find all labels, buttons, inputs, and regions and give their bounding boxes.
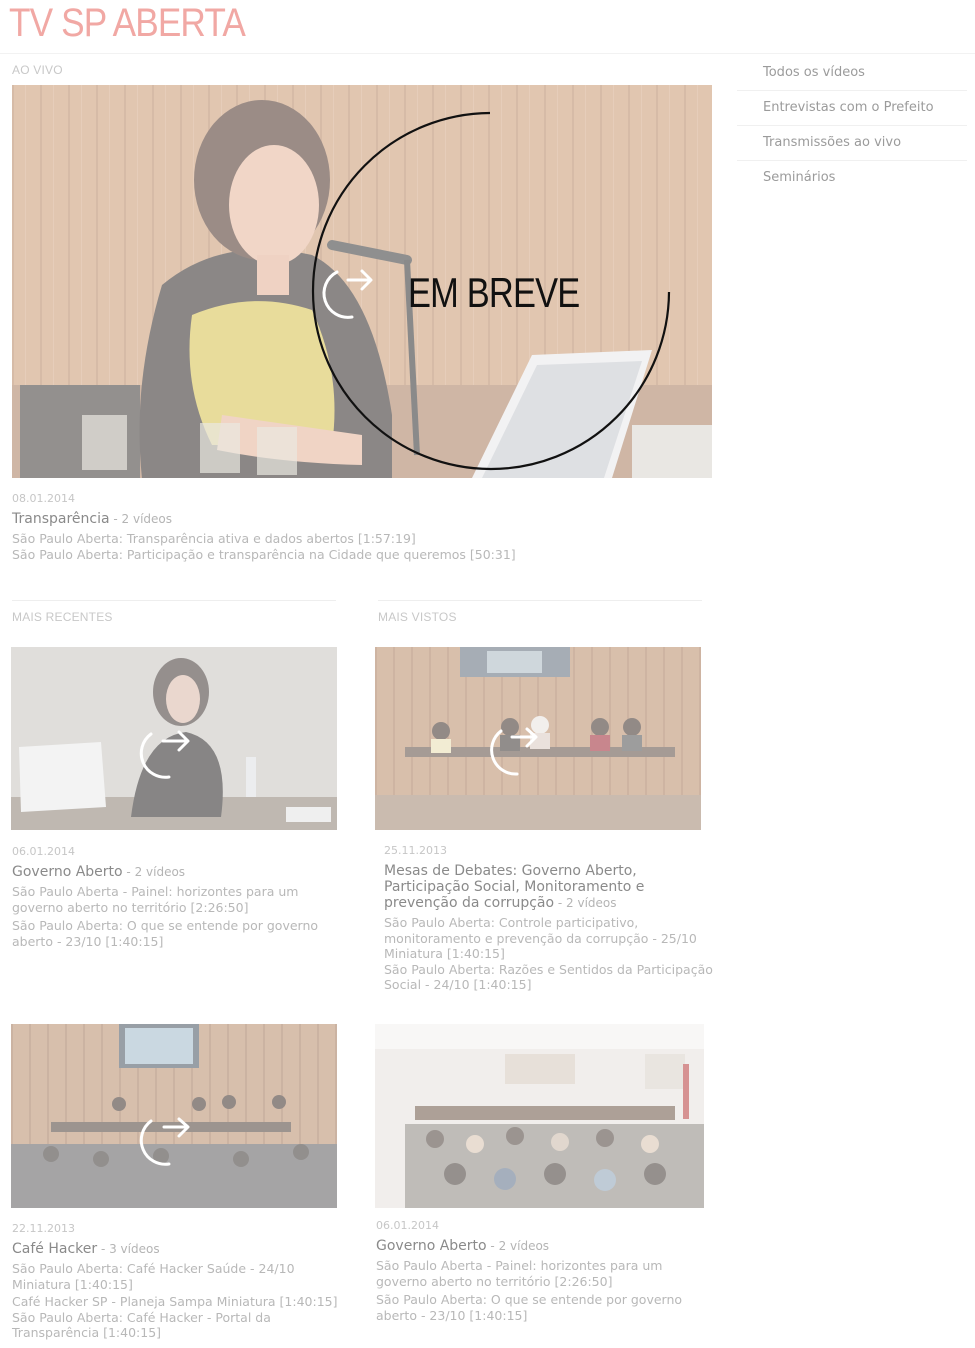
play-overlay [490,727,538,776]
video-link[interactable]: São Paulo Aberta: Razões e Sentidos da P… [384,962,718,993]
sidebar-item-seminarios[interactable]: Seminários [737,161,967,195]
sidebar-nav: Todos os vídeos Entrevistas com o Prefei… [737,56,967,195]
sidebar-item-todos-videos[interactable]: Todos os vídeos [737,56,967,91]
video-link[interactable]: São Paulo Aberta - Painel: horizontes pa… [12,884,344,915]
item-date: 25.11.2013 [384,844,447,857]
recent-item-info: 06.01.2014 Governo Aberto - 2 vídeos São… [12,844,344,949]
video-count: - 2 vídeos [486,1239,550,1253]
live-video-thumbnail[interactable]: EM BREVE [12,85,712,478]
video-link[interactable]: Café Hacker SP - Planeja Sampa Miniatura… [12,1294,352,1310]
recent-video-thumbnail[interactable] [11,1024,337,1208]
header-divider [0,53,975,54]
sidebar-item-transmissoes[interactable]: Transmissões ao vivo [737,126,967,161]
video-link[interactable]: São Paulo Aberta: Transparência ativa e … [12,531,712,547]
most-viewed-item-info: 06.01.2014 Governo Aberto - 2 vídeos São… [376,1218,716,1323]
video-link[interactable]: São Paulo Aberta: Café Hacker Saúde - 24… [12,1261,352,1292]
em-breve-overlay [311,111,671,471]
item-title[interactable]: Mesas de Debates: Governo Aberto, Partic… [384,863,718,911]
site-title[interactable]: TV SP ABERTA [9,0,246,46]
video-link[interactable]: São Paulo Aberta: Participação e transpa… [12,547,712,563]
section-divider [378,600,702,601]
play-overlay [139,1117,190,1166]
play-overlay [139,730,190,779]
item-date: 06.01.2014 [12,845,75,858]
most-viewed-section-label: MAIS VISTOS [378,610,457,624]
most-viewed-item-info: 25.11.2013 Mesas de Debates: Governo Abe… [384,843,718,993]
item-title[interactable]: Governo Aberto - 2 vídeos [376,1238,716,1254]
item-title[interactable]: Transparência - 2 vídeos [12,511,712,527]
video-count: - 2 vídeos [554,896,617,910]
recent-video-thumbnail[interactable] [11,647,337,830]
recent-item-info: 22.11.2013 Café Hacker - 3 vídeos São Pa… [12,1221,352,1341]
live-item-info: 08.01.2014 Transparência - 2 vídeos São … [12,491,712,562]
item-date: 22.11.2013 [12,1222,75,1235]
recent-section-label: MAIS RECENTES [12,610,113,624]
video-count: - 2 vídeos [122,865,186,879]
video-link[interactable]: São Paulo Aberta: O que se entende por g… [376,1292,716,1323]
most-viewed-video-thumbnail[interactable] [375,647,701,830]
section-divider [12,600,336,601]
item-date: 08.01.2014 [12,492,75,505]
video-count: - 2 vídeos [109,512,172,526]
thumbnail-fade [375,1024,704,1208]
most-viewed-video-thumbnail[interactable] [375,1024,704,1208]
live-section-label: AO VIVO [12,63,63,77]
sidebar-item-entrevistas[interactable]: Entrevistas com o Prefeito [737,91,967,126]
item-title[interactable]: Café Hacker - 3 vídeos [12,1241,352,1257]
em-breve-text: EM BREVE [408,269,580,316]
video-link[interactable]: São Paulo Aberta: Controle participativo… [384,915,718,962]
item-title[interactable]: Governo Aberto - 2 vídeos [12,864,344,880]
video-link[interactable]: São Paulo Aberta - Painel: horizontes pa… [376,1258,716,1289]
video-link[interactable]: São Paulo Aberta: Café Hacker - Portal d… [12,1310,352,1341]
video-link[interactable]: São Paulo Aberta: O que se entende por g… [12,918,344,949]
item-date: 06.01.2014 [376,1219,439,1232]
video-count: - 3 vídeos [97,1242,160,1256]
